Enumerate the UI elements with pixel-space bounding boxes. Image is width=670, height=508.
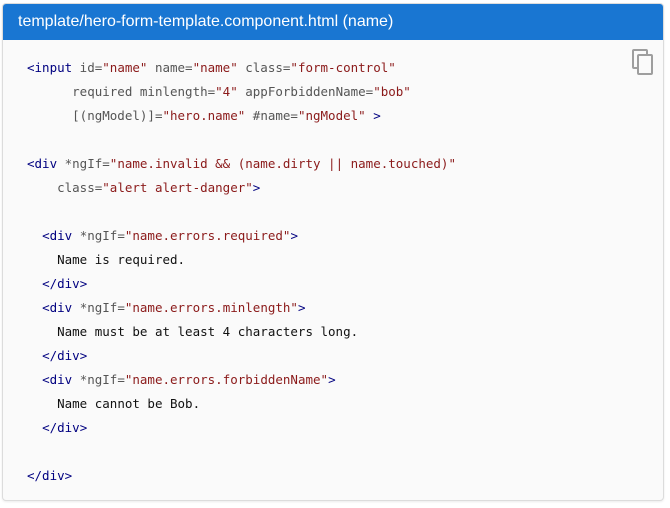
code-attr: appForbiddenName= bbox=[237, 84, 374, 99]
code-string: "alert alert-danger" bbox=[102, 180, 253, 195]
code-example-card: template/hero-form-template.component.ht… bbox=[2, 3, 664, 501]
code-tag: </div> bbox=[42, 420, 88, 435]
code-line: required minlength="4" appForbiddenName=… bbox=[27, 80, 456, 104]
copy-button[interactable] bbox=[631, 48, 655, 76]
code-line: Name cannot be Bob. bbox=[27, 392, 456, 416]
code-text: Name cannot be Bob. bbox=[57, 396, 201, 411]
code-attr: class= bbox=[237, 60, 291, 75]
code-tag: > bbox=[252, 180, 261, 195]
code-string: "name" bbox=[192, 60, 238, 75]
code-text: Name must be at least 4 characters long. bbox=[57, 324, 359, 339]
code-attr: class= bbox=[57, 180, 103, 195]
code-line: Name is required. bbox=[27, 248, 456, 272]
code-tag: <div bbox=[42, 228, 73, 243]
code-tag: </div> bbox=[42, 276, 88, 291]
code-string: "ngModel" bbox=[297, 108, 366, 123]
code-text: Name is required. bbox=[57, 252, 186, 267]
code-string: "name.errors.required" bbox=[124, 228, 291, 243]
code-string: "name.errors.minlength" bbox=[124, 300, 298, 315]
code-string: "bob" bbox=[373, 84, 411, 99]
code-tag: > bbox=[290, 228, 298, 243]
code-tag: <div bbox=[27, 156, 58, 171]
code-attr: #name= bbox=[245, 108, 298, 123]
code-tag: <input bbox=[27, 60, 73, 75]
code-tag: </div> bbox=[27, 468, 73, 483]
code-attr: [(ngModel)]= bbox=[72, 108, 163, 123]
code-string: "name.errors.forbiddenName" bbox=[124, 372, 329, 387]
code-attr: *ngIf= bbox=[72, 372, 125, 387]
code-line: Name must be at least 4 characters long. bbox=[27, 320, 456, 344]
code-attr: required minlength= bbox=[72, 84, 216, 99]
code-line: <div *ngIf="name.errors.required"> bbox=[27, 224, 456, 248]
code-line: class="alert alert-danger"> bbox=[27, 176, 456, 200]
code-line: [(ngModel)]="hero.name" #name="ngModel" … bbox=[27, 104, 456, 128]
code-attr: *ngIf= bbox=[72, 228, 125, 243]
code-line: </div> bbox=[27, 416, 456, 440]
code-tag: <div bbox=[42, 300, 73, 315]
code-example-title: template/hero-form-template.component.ht… bbox=[3, 4, 663, 40]
code-tag: > bbox=[297, 300, 306, 315]
code-string: "name" bbox=[102, 60, 148, 75]
code-line: <div *ngIf="name.errors.forbiddenName"> bbox=[27, 368, 456, 392]
code-line: <div *ngIf="name.invalid && (name.dirty … bbox=[27, 152, 456, 176]
code-attr: name= bbox=[147, 60, 193, 75]
code-line: </div> bbox=[27, 344, 456, 368]
code-line: <div *ngIf="name.errors.minlength"> bbox=[27, 296, 456, 320]
code-tag: > bbox=[328, 372, 336, 387]
code-attr: *ngIf= bbox=[57, 156, 110, 171]
code-tag: > bbox=[365, 108, 381, 123]
code-string: "hero.name" bbox=[162, 108, 246, 123]
code-attr: id= bbox=[72, 60, 103, 75]
code-tag: </div> bbox=[42, 348, 88, 363]
code-tag: <div bbox=[42, 372, 73, 387]
code-string: "4" bbox=[215, 84, 238, 99]
code-string: "name.invalid && (name.dirty || name.tou… bbox=[109, 156, 456, 171]
code-string: "form-control" bbox=[290, 60, 396, 75]
code-line: </div> bbox=[27, 464, 456, 488]
copy-icon bbox=[632, 49, 653, 75]
code-block: <input id="name" name="name" class="form… bbox=[27, 56, 456, 488]
code-attr: *ngIf= bbox=[72, 300, 125, 315]
code-line: </div> bbox=[27, 272, 456, 296]
code-line: <input id="name" name="name" class="form… bbox=[27, 56, 456, 80]
